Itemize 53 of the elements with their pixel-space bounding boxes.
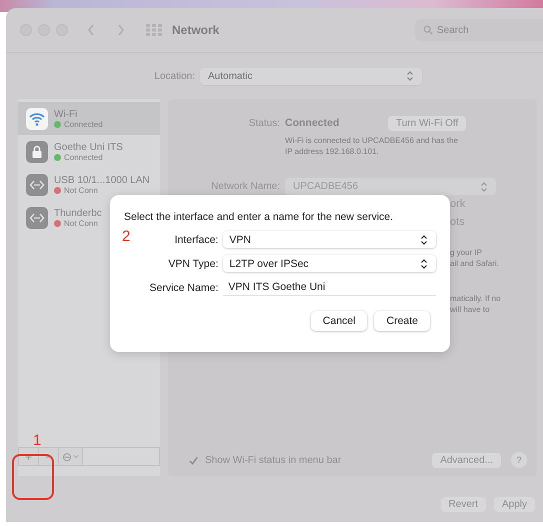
service-name: USB 10/1...1000 LAN [54,174,150,186]
popup-select[interactable]: VPN [223,231,436,248]
dialog-button[interactable]: Cancel [310,311,368,331]
help-button[interactable]: ? [511,452,527,468]
window-title: Network [172,23,220,37]
updown-icon [406,70,414,82]
service-name: Thunderbc [54,208,102,218]
status-value: Connected [285,117,340,129]
service-status: Connected [64,120,103,128]
dialog-button[interactable]: Create [374,311,430,331]
network-port-icon [26,174,48,196]
sidebar-item[interactable]: Wi-Fi Connected [18,102,160,135]
sidebar-item[interactable]: Goethe Uni ITS Connected [18,135,160,168]
sidebar-item[interactable]: USB 10/1...1000 LAN Not Conn [18,168,160,201]
partial-text: g your IP [450,247,484,258]
updown-icon [480,180,488,192]
partial-text: ail and Safari. [450,258,500,269]
service-name: Goethe Uni ITS [54,142,123,152]
location-select[interactable]: Automatic [200,68,422,84]
popup-select[interactable]: L2TP over IPSec [223,255,436,272]
annotation-outline [12,454,54,500]
wifi-icon [26,108,48,130]
search-field[interactable]: Search [415,19,543,41]
network-name-select[interactable]: UPCADBE456 [285,178,496,195]
service-status: Not Conn [64,186,98,194]
dialog-prompt: Select the interface and enter a name for the new service. [124,211,394,223]
show-wifi-status-checkbox[interactable]: Show Wi-Fi status in menu bar [188,454,342,466]
service-status: Connected [64,152,103,162]
advanced-button[interactable]: Advanced... [432,452,501,468]
field-label: Interface: [174,234,218,246]
service-name: Wi-Fi [54,108,78,120]
field-label: VPN Type: [168,258,218,270]
status-description: Wi-Fi is connected to UPCADBE456 and has the IP address 192.168.0.101. [285,135,459,157]
annotation-number: 2 [122,228,130,245]
service-status: Not Conn [64,218,98,228]
partial-text: matically. If no [450,293,502,304]
lock-icon [26,140,48,162]
field-label: Service Name: [150,282,218,294]
partial-text: will have to [450,304,491,315]
caret-icon [73,454,79,459]
updown-icon [420,234,428,246]
checkmark-icon [188,454,199,466]
forward-icon[interactable] [116,23,126,37]
grid-icon[interactable] [146,24,162,36]
location-label: Location: [153,70,195,82]
search-icon [423,25,433,35]
network-port-icon [26,206,48,228]
turn-wifi-off-button[interactable]: Turn Wi-Fi Off [388,116,466,130]
service-name-field[interactable]: VPN ITS Goethe Uni [223,279,436,296]
action-menu-button[interactable]: ⊖ [59,448,83,465]
annotation-number: 1 [33,432,42,449]
back-icon[interactable] [86,23,96,37]
updown-icon [420,258,428,270]
